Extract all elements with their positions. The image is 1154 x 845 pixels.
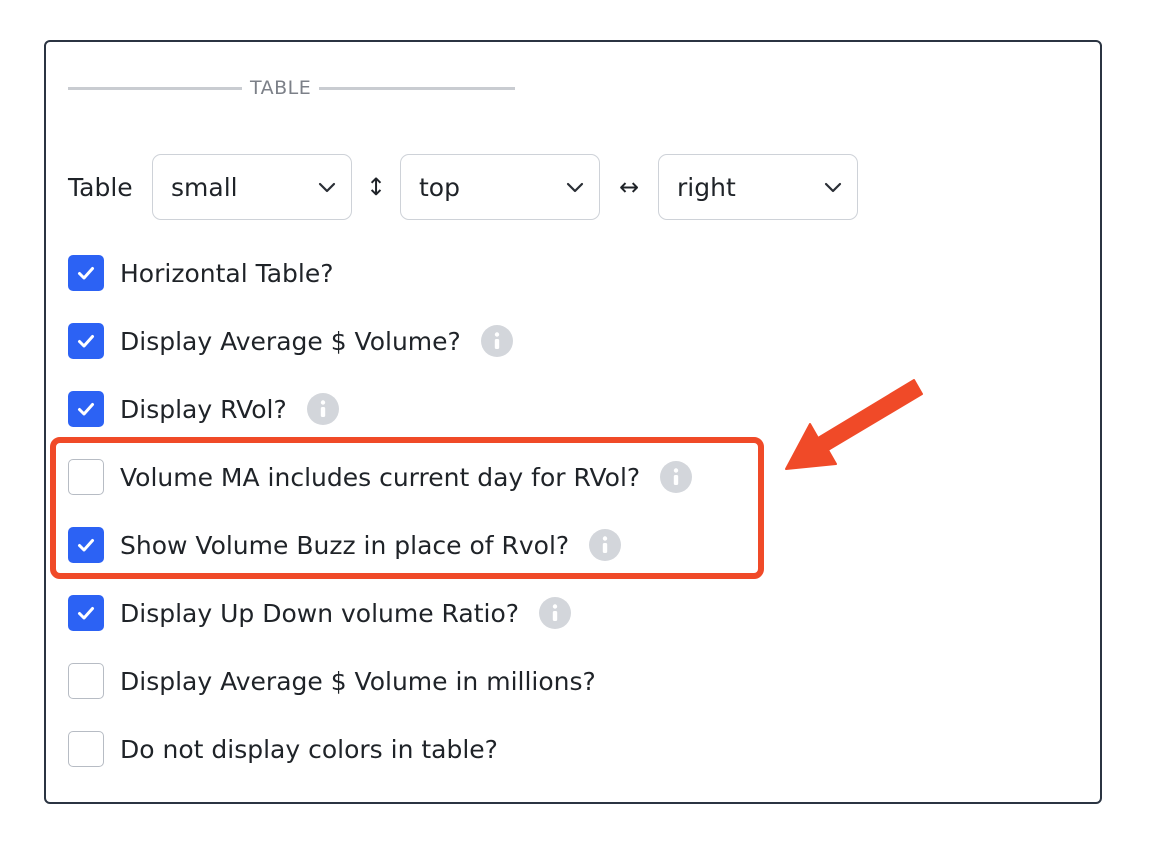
table-row-label: Table xyxy=(68,172,133,202)
option-row[interactable]: Horizontal Table? xyxy=(68,255,334,291)
chevron-down-icon xyxy=(318,182,336,193)
option-label: Display RVol? xyxy=(120,394,287,424)
vertical-arrows-icon: ↕ xyxy=(365,173,387,201)
arrow-annotation-icon xyxy=(785,379,923,470)
divider-right xyxy=(319,86,516,90)
chevron-down-icon xyxy=(566,182,584,193)
check-icon xyxy=(78,607,94,620)
option-checkbox[interactable] xyxy=(68,663,104,699)
option-label: Display Average $ Volume in millions? xyxy=(120,666,596,696)
option-row[interactable]: Display Average $ Volume in millions? xyxy=(68,663,596,699)
chevron-down-icon xyxy=(824,182,842,193)
option-row[interactable]: Display RVol? xyxy=(68,391,339,427)
horizontal-position-value: right xyxy=(677,172,736,202)
option-label: Horizontal Table? xyxy=(120,258,334,288)
section-title-label: TABLE xyxy=(250,77,312,99)
option-row[interactable]: Display Average $ Volume? xyxy=(68,323,513,359)
option-checkbox[interactable] xyxy=(68,323,104,359)
option-row[interactable]: Display Up Down volume Ratio? xyxy=(68,595,572,631)
info-icon[interactable] xyxy=(306,393,339,425)
table-vertical-position-select[interactable]: top xyxy=(400,154,600,220)
option-checkbox[interactable] xyxy=(68,731,104,767)
check-icon xyxy=(78,403,94,416)
table-size-value: small xyxy=(171,172,238,202)
option-label: Do not display colors in table? xyxy=(120,734,498,764)
highlight-box xyxy=(50,437,764,579)
check-icon xyxy=(78,335,94,348)
option-checkbox[interactable] xyxy=(68,255,104,291)
option-checkbox[interactable] xyxy=(68,595,104,631)
table-size-select[interactable]: small xyxy=(152,154,352,220)
option-checkbox[interactable] xyxy=(68,391,104,427)
table-position-row: Table small ↕ top ↔ right xyxy=(68,154,858,220)
info-icon[interactable] xyxy=(539,597,572,629)
option-label: Display Up Down volume Ratio? xyxy=(120,598,520,628)
vertical-position-value: top xyxy=(419,172,460,202)
horizontal-arrows-icon: ↔ xyxy=(618,173,640,201)
option-row[interactable]: Do not display colors in table? xyxy=(68,731,498,767)
divider-left xyxy=(68,86,242,90)
info-icon[interactable] xyxy=(480,325,513,357)
option-label: Display Average $ Volume? xyxy=(120,326,461,356)
table-settings-panel: TABLE Table small ↕ top ↔ right Horizont… xyxy=(44,40,1102,804)
table-horizontal-position-select[interactable]: right xyxy=(658,154,858,220)
section-title: TABLE xyxy=(68,76,522,100)
check-icon xyxy=(78,267,94,280)
